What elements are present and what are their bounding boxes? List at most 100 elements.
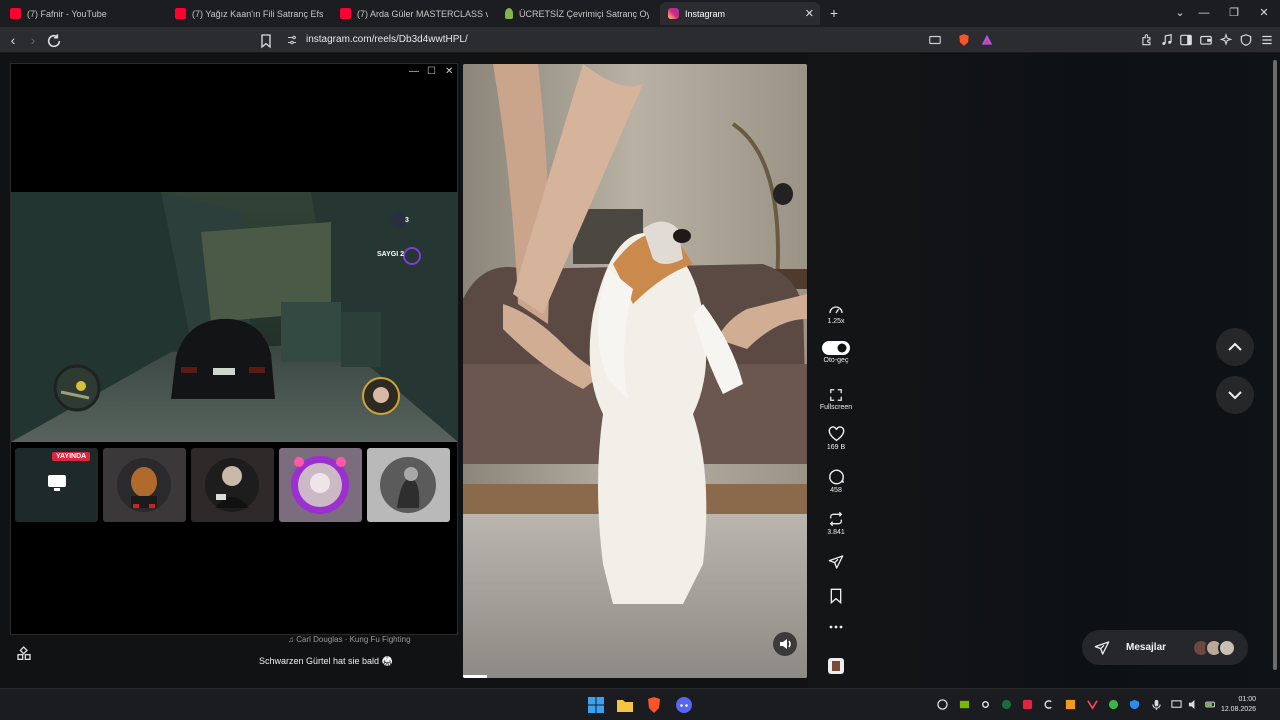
- scrollbar-thumb[interactable]: [1273, 60, 1277, 670]
- speedometer-icon: [829, 306, 843, 314]
- man-avatar: [205, 458, 259, 512]
- close-tab-icon[interactable]: ✕: [805, 7, 814, 20]
- pip-maximize-icon[interactable]: ☐: [427, 66, 436, 77]
- previous-reel-button[interactable]: [1216, 328, 1254, 366]
- music-title: Carl Douglas · Kung Fu Fighting: [296, 635, 411, 644]
- tray-orange-icon[interactable]: [1065, 699, 1076, 710]
- toggle-switch: [822, 341, 850, 355]
- brave-shields-icon[interactable]: [957, 33, 971, 47]
- tab-search-chevron-icon[interactable]: ⌄: [1170, 4, 1190, 22]
- send-icon: [1094, 641, 1110, 655]
- media-icon[interactable]: [1160, 33, 1174, 47]
- autoplay-toggle[interactable]: Oto-geç: [814, 341, 858, 364]
- volume-icon[interactable]: [1188, 699, 1199, 710]
- more-options-button[interactable]: [814, 624, 858, 630]
- menu-icon[interactable]: [1260, 33, 1274, 47]
- brave-rewards-icon[interactable]: [980, 33, 994, 47]
- cast-icon[interactable]: [928, 33, 942, 47]
- pip-close-icon[interactable]: ✕: [445, 66, 453, 77]
- forward-icon[interactable]: ›: [25, 32, 41, 48]
- tray-red-icon[interactable]: [1022, 699, 1033, 710]
- picture-in-picture-window[interactable]: — ☐ ✕ SAYGI 2 3 YAYINDA: [10, 63, 458, 635]
- battery-icon[interactable]: [1205, 699, 1216, 710]
- youtube-icon: [340, 8, 351, 19]
- likes-count: 169 B: [826, 444, 846, 451]
- scrollbar[interactable]: [1272, 58, 1278, 684]
- game-stream-video[interactable]: SAYGI 2 3: [11, 192, 458, 442]
- tray-xbox-icon[interactable]: [1108, 699, 1119, 710]
- tab-title: (7) Yağız Kaan'ın Fili Satranç Efsanesi: [192, 8, 323, 19]
- reload-icon[interactable]: [46, 33, 62, 49]
- fullscreen-icon: [830, 389, 842, 401]
- like-button[interactable]: 169 B: [814, 426, 858, 451]
- tray-c-icon[interactable]: [1043, 699, 1054, 710]
- pip-minimize-icon[interactable]: —: [409, 66, 419, 77]
- reel-video[interactable]: [463, 64, 807, 678]
- playback-speed-button[interactable]: 1.25x: [814, 302, 858, 325]
- tab-instagram[interactable]: Instagram ✕: [660, 2, 820, 25]
- site-settings-icon[interactable]: [286, 34, 298, 46]
- apps-grid-icon[interactable]: [16, 646, 32, 662]
- chevron-up-icon: [1228, 342, 1242, 351]
- sidebar-icon[interactable]: [1179, 33, 1193, 47]
- clock[interactable]: 01:00 12.08.2026: [1221, 695, 1256, 715]
- back-icon[interactable]: ‹: [5, 32, 21, 48]
- discord-icon[interactable]: [675, 696, 693, 714]
- vpn-shield-icon[interactable]: [1239, 33, 1253, 47]
- reel-progress-bar[interactable]: [463, 675, 488, 678]
- bookmark-icon: [830, 588, 842, 604]
- tray-green-icon[interactable]: [1001, 699, 1012, 710]
- tray-valorant-icon[interactable]: [1087, 699, 1098, 710]
- next-reel-button[interactable]: [1216, 376, 1254, 414]
- gray-avatar: [380, 457, 436, 513]
- bookmark-icon[interactable]: [258, 33, 274, 49]
- streamer-card-dog[interactable]: [103, 448, 186, 522]
- background-gradient: [808, 54, 1280, 688]
- nvidia-icon[interactable]: [959, 699, 970, 710]
- chevron-down-icon: [1228, 391, 1242, 400]
- tab-chess[interactable]: ÜCRETSİZ Çevrimiçi Satranç Oynayın: [497, 2, 657, 25]
- tray-shield-icon[interactable]: [1129, 699, 1140, 710]
- youtube-icon: [175, 8, 186, 19]
- new-tab-button[interactable]: +: [826, 5, 842, 21]
- settings-tray-icon[interactable]: [980, 699, 991, 710]
- tray-app-icon[interactable]: [937, 699, 948, 710]
- streamer-card-gray[interactable]: [367, 448, 450, 522]
- fullscreen-button[interactable]: Fullscreen: [814, 388, 858, 411]
- maximize-icon[interactable]: ❐: [1224, 4, 1244, 22]
- wallet-icon[interactable]: [1199, 33, 1213, 47]
- network-icon[interactable]: [1171, 699, 1182, 710]
- leo-ai-icon[interactable]: [1219, 33, 1233, 47]
- reel-music[interactable]: ♫ Carl Douglas · Kung Fu Fighting: [288, 635, 411, 644]
- streamer-card-man[interactable]: [191, 448, 274, 522]
- save-button[interactable]: [814, 588, 858, 604]
- audio-thumbnail[interactable]: [814, 657, 858, 675]
- tab-youtube-fafnir[interactable]: (7) Fafnir - YouTube: [2, 2, 166, 25]
- file-explorer-icon[interactable]: [616, 696, 634, 714]
- mute-button[interactable]: [773, 632, 797, 656]
- tab-title: (7) Fafnir - YouTube: [27, 8, 107, 19]
- share-button[interactable]: [814, 554, 858, 570]
- hud-counter: 3: [405, 217, 409, 224]
- clock-date: 12.08.2026: [1220, 706, 1256, 713]
- tab-youtube-arda-guler[interactable]: (7) Arda Güler MASTERCLASS vs Fene: [332, 2, 496, 25]
- speed-label: 1.25x: [827, 318, 845, 325]
- tab-title: (7) Arda Güler MASTERCLASS vs Fene: [357, 8, 488, 19]
- brave-browser-icon[interactable]: [645, 696, 663, 714]
- windows-start-icon[interactable]: [587, 696, 605, 714]
- chess-pawn-icon: [505, 8, 513, 19]
- messages-button[interactable]: Mesajlar: [1082, 630, 1248, 665]
- close-window-icon[interactable]: ✕: [1254, 4, 1274, 22]
- url-field[interactable]: instagram.com/reels/Db3d4wwtHPL/: [306, 34, 468, 45]
- streamer-card-pink[interactable]: [279, 448, 362, 522]
- live-streamers-row: YAYINDA: [15, 448, 455, 524]
- youtube-icon: [10, 8, 21, 19]
- microphone-icon[interactable]: [1151, 699, 1162, 710]
- streamer-live-card[interactable]: YAYINDA: [15, 448, 98, 522]
- reposts-count: 3.841: [827, 529, 845, 536]
- extensions-icon[interactable]: [1140, 33, 1154, 47]
- minimize-icon[interactable]: —: [1194, 4, 1214, 22]
- repost-button[interactable]: 3.841: [814, 511, 858, 536]
- tab-youtube-yagiz-kaan[interactable]: (7) Yağız Kaan'ın Fili Satranç Efsanesi: [167, 2, 331, 25]
- comment-button[interactable]: 458: [814, 468, 858, 494]
